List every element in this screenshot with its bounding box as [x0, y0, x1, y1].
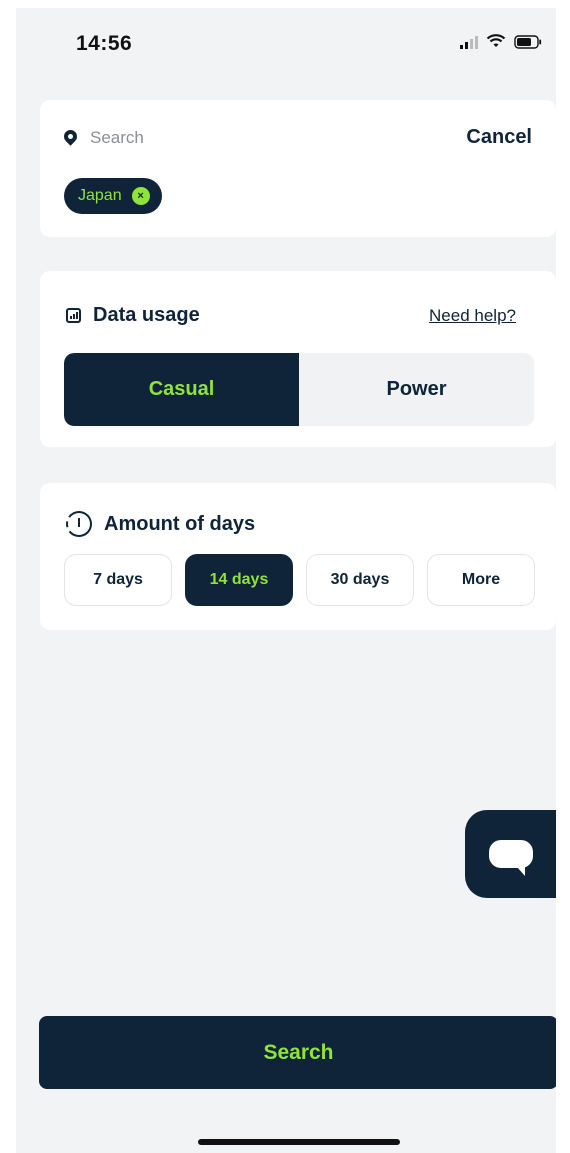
chat-bubble-icon — [489, 840, 533, 876]
status-time: 14:56 — [76, 32, 133, 55]
days-option-more[interactable]: More — [427, 554, 535, 606]
cancel-button[interactable]: Cancel — [466, 126, 532, 149]
power-option[interactable]: Power — [299, 353, 534, 426]
days-option-14[interactable]: 14 days — [185, 554, 293, 606]
days-option-7[interactable]: 7 days — [64, 554, 172, 606]
days-options: 7 days 14 days 30 days More — [64, 554, 535, 606]
days-header: Amount of days — [66, 511, 255, 537]
status-icons — [460, 34, 542, 49]
wifi-icon — [486, 34, 506, 47]
need-help-link[interactable]: Need help? — [429, 306, 516, 326]
country-chip[interactable]: Japan × — [64, 178, 162, 214]
data-usage-title: Data usage — [93, 304, 200, 326]
casual-option[interactable]: Casual — [64, 353, 299, 426]
status-bar: 14:56 — [16, 8, 556, 78]
chat-button[interactable] — [465, 810, 556, 898]
chart-icon — [66, 308, 81, 323]
search-input[interactable] — [90, 124, 390, 152]
signal-icon — [460, 35, 478, 49]
battery-icon — [514, 34, 542, 49]
chip-label: Japan — [78, 187, 122, 204]
days-option-30[interactable]: 30 days — [306, 554, 414, 606]
timer-icon — [66, 511, 92, 537]
data-usage-header: Data usage — [66, 304, 200, 327]
home-indicator — [198, 1139, 400, 1145]
search-button[interactable]: Search — [39, 1016, 556, 1089]
data-usage-toggle: Casual Power — [64, 353, 534, 426]
search-card: Cancel Japan × — [40, 100, 556, 237]
days-card: Amount of days 7 days 14 days 30 days Mo… — [40, 483, 556, 630]
days-title: Amount of days — [104, 512, 256, 535]
app-screen: 14:56 Cancel Japan × — [16, 8, 556, 1153]
location-pin-icon — [61, 127, 80, 146]
close-icon[interactable]: × — [131, 187, 150, 205]
data-usage-card: Data usage Need help? Casual Power — [40, 271, 556, 447]
